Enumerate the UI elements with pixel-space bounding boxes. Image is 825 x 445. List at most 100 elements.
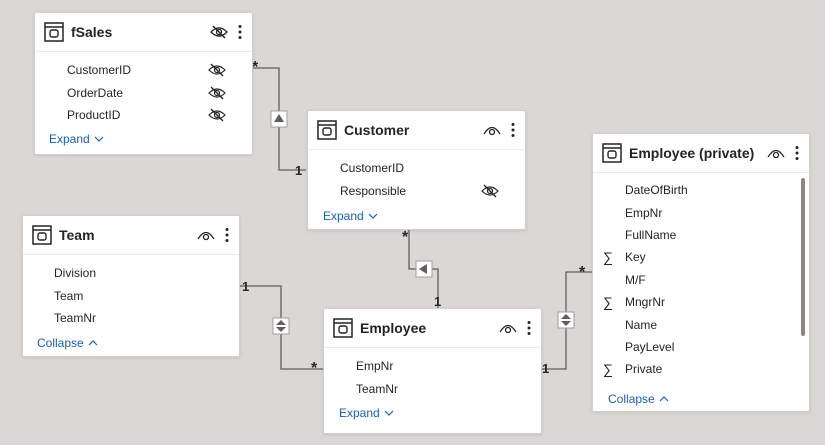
expand-toggle[interactable]: Expand — [339, 406, 394, 420]
sigma-icon: ∑ — [603, 249, 613, 266]
relationship-fsales-customer[interactable] — [252, 67, 306, 171]
eye-hidden-icon[interactable] — [207, 60, 227, 80]
cardinality-one: 1 — [242, 279, 250, 294]
field-list: CustomerID OrderDate ProductID — [35, 59, 252, 126]
table-card-fsales[interactable]: fSales CustomerID OrderDate ProductID Ex… — [34, 12, 253, 155]
cardinality-many: * — [402, 229, 409, 246]
eye-icon[interactable] — [765, 142, 787, 164]
field-list: DateOfBirth EmpNr FullName ∑ Key M/F ∑ M… — [593, 179, 809, 381]
field-row[interactable]: CustomerID — [35, 59, 252, 81]
sigma-icon: ∑ — [603, 294, 613, 311]
field-name: Key — [625, 250, 646, 265]
sigma-icon: ∑ — [603, 361, 613, 378]
field-name: Team — [54, 288, 84, 303]
scrollbar[interactable] — [801, 178, 805, 336]
collapse-toggle[interactable]: Collapse — [608, 392, 669, 406]
table-icon — [316, 119, 338, 141]
field-name: Private — [625, 362, 663, 377]
field-row[interactable]: TeamNr — [23, 307, 239, 329]
field-name: Responsible — [340, 183, 407, 198]
field-list: CustomerID Responsible — [308, 157, 525, 202]
field-name: CustomerID — [340, 161, 405, 176]
field-name: EmpNr — [625, 205, 663, 220]
cardinality-many: * — [311, 360, 318, 377]
field-row[interactable]: TeamNr — [324, 377, 541, 399]
field-row[interactable]: CustomerID — [308, 157, 525, 179]
field-name: TeamNr — [356, 381, 399, 396]
table-header[interactable]: fSales — [35, 13, 252, 52]
expand-toggle[interactable]: Expand — [49, 132, 104, 146]
table-card-employee[interactable]: Employee EmpNr TeamNr Expand — [323, 308, 542, 434]
field-name: M/F — [625, 272, 646, 287]
field-list: Division Team TeamNr — [23, 262, 239, 329]
table-title: Customer — [344, 122, 410, 138]
expand-label: Expand — [49, 132, 90, 146]
field-row[interactable]: Team — [23, 284, 239, 306]
field-row[interactable]: EmpNr — [593, 201, 809, 223]
more-options-icon[interactable] — [791, 142, 803, 164]
chevron-up-icon — [88, 340, 98, 346]
more-options-icon[interactable] — [221, 224, 233, 246]
field-row[interactable]: ProductID — [35, 104, 252, 126]
table-header[interactable]: Employee (private) — [593, 134, 809, 173]
field-row[interactable]: Division — [23, 262, 239, 284]
cardinality-one: 1 — [542, 361, 550, 376]
table-title: Employee — [360, 320, 427, 336]
field-name: Name — [625, 317, 658, 332]
table-header[interactable]: Customer — [308, 111, 525, 150]
table-title: Team — [59, 227, 95, 243]
expand-label: Expand — [323, 209, 364, 223]
cardinality-many: * — [579, 264, 586, 281]
field-row[interactable]: ∑ Private — [593, 358, 809, 380]
collapse-label: Collapse — [37, 336, 84, 350]
field-name: Division — [54, 266, 97, 281]
table-header[interactable]: Employee — [324, 309, 541, 348]
eye-hidden-icon[interactable] — [480, 181, 500, 201]
table-card-customer[interactable]: Customer CustomerID Responsible Expand — [307, 110, 526, 230]
field-row[interactable]: Name — [593, 313, 809, 335]
more-options-icon[interactable] — [234, 21, 246, 43]
chevron-down-icon — [384, 410, 394, 416]
field-row[interactable]: FullName — [593, 224, 809, 246]
field-row[interactable]: OrderDate — [35, 81, 252, 103]
field-row[interactable]: PayLevel — [593, 336, 809, 358]
collapse-toggle[interactable]: Collapse — [37, 336, 98, 350]
field-row[interactable]: M/F — [593, 269, 809, 291]
expand-label: Expand — [339, 406, 380, 420]
chevron-down-icon — [94, 136, 104, 142]
eye-icon[interactable] — [497, 317, 519, 339]
cardinality-one: 1 — [434, 294, 442, 309]
eye-hidden-icon[interactable] — [207, 105, 227, 125]
field-name: ProductID — [67, 107, 121, 122]
table-icon — [31, 224, 53, 246]
more-options-icon[interactable] — [523, 317, 535, 339]
expand-toggle[interactable]: Expand — [323, 209, 378, 223]
relationship-employee-private[interactable] — [541, 271, 592, 370]
field-name: FullName — [625, 227, 677, 242]
eye-icon[interactable] — [481, 119, 503, 141]
table-header[interactable]: Team — [23, 216, 239, 255]
field-name: MngrNr — [625, 295, 666, 310]
field-name: TeamNr — [54, 310, 97, 325]
chevron-down-icon — [368, 213, 378, 219]
field-name: DateOfBirth — [625, 183, 688, 198]
table-icon — [332, 317, 354, 339]
chevron-up-icon — [659, 396, 669, 402]
field-row[interactable]: ∑ MngrNr — [593, 291, 809, 313]
field-row[interactable]: Responsible — [308, 179, 525, 201]
field-list: EmpNr TeamNr — [324, 355, 541, 400]
cardinality-one: 1 — [295, 163, 303, 178]
table-card-employee-private[interactable]: Employee (private) DateOfBirth EmpNr Ful… — [592, 133, 810, 412]
table-card-team[interactable]: Team Division Team TeamNr Collapse — [22, 215, 240, 357]
field-name: EmpNr — [356, 359, 394, 374]
table-title: Employee (private) — [629, 145, 755, 161]
field-row[interactable]: ∑ Key — [593, 246, 809, 268]
field-row[interactable]: DateOfBirth — [593, 179, 809, 201]
field-name: CustomerID — [67, 63, 132, 78]
eye-icon[interactable] — [195, 224, 217, 246]
field-row[interactable]: EmpNr — [324, 355, 541, 377]
relationship-team-employee[interactable] — [239, 285, 323, 370]
eye-hidden-icon[interactable] — [207, 83, 227, 103]
eye-hidden-icon[interactable] — [208, 21, 230, 43]
more-options-icon[interactable] — [507, 119, 519, 141]
